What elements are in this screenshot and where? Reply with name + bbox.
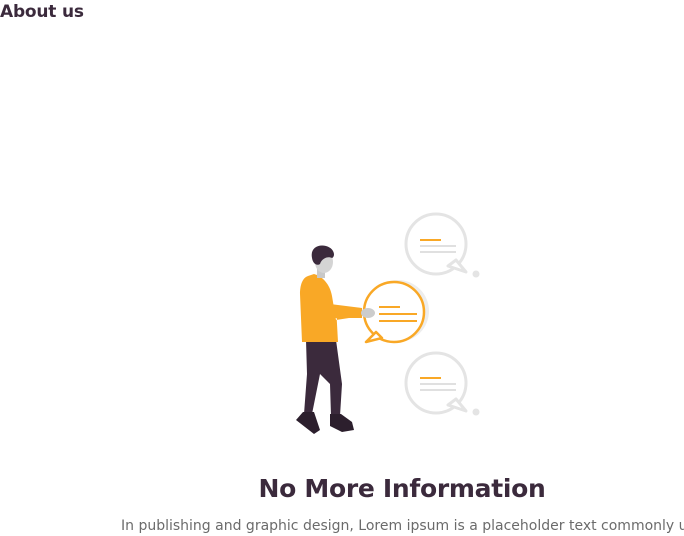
- person-figure: [296, 245, 375, 434]
- person-chat-bubbles-illustration: [290, 208, 490, 440]
- page-title: About us: [0, 2, 84, 22]
- empty-state-description: In publishing and graphic design, Lorem …: [121, 518, 684, 534]
- empty-state-title: No More Information: [258, 474, 546, 503]
- chat-bubble-bottom-icon: [404, 351, 480, 416]
- chat-bubble-top-icon: [404, 212, 480, 278]
